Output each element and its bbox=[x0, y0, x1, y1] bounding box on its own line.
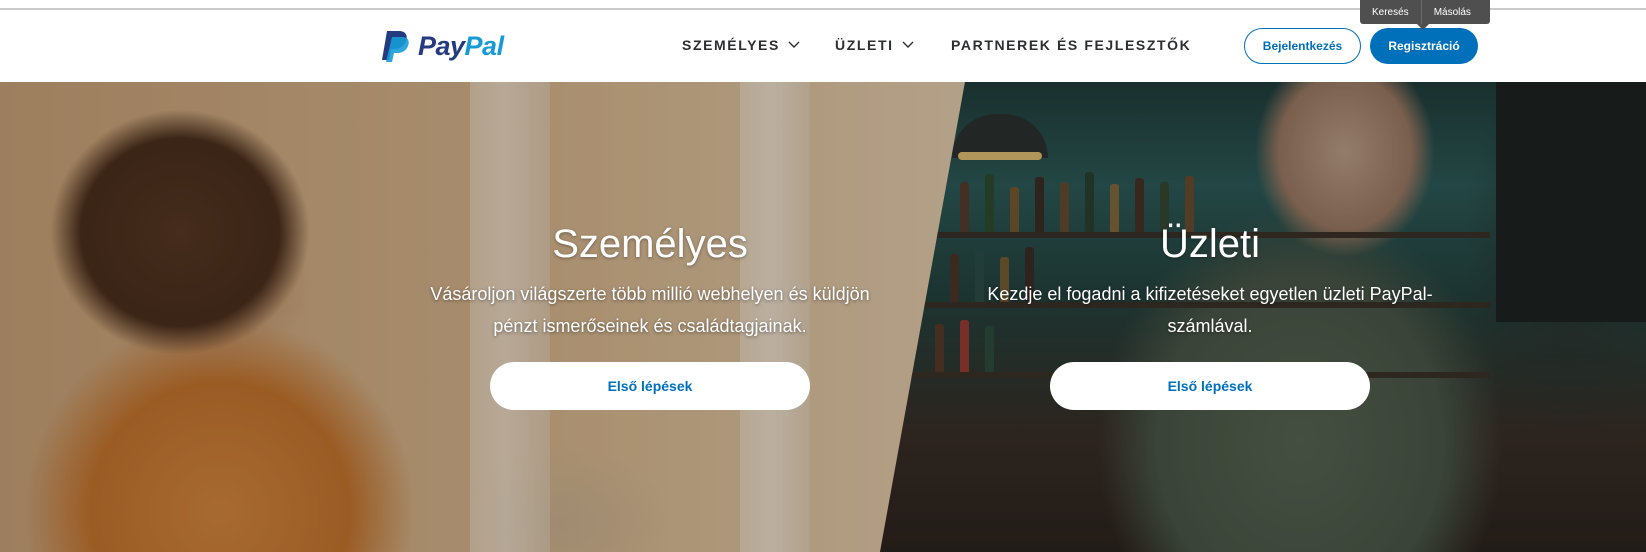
hero-business-subtitle-line1: Kezdje el fogadni a kifizetéseket egyetl… bbox=[987, 284, 1433, 304]
hero-business-title: Üzleti bbox=[1159, 222, 1261, 266]
nav-item-business-label: ÜZLETI bbox=[835, 37, 894, 53]
browser-selection-tooltip: Keresés Másolás bbox=[1360, 0, 1490, 24]
chevron-down-icon bbox=[902, 41, 914, 48]
decor-lamp-glow bbox=[958, 152, 1042, 160]
brand-name-pal: Pal bbox=[464, 30, 505, 61]
hero-business-subtitle-line2: számlával. bbox=[1167, 316, 1253, 336]
tooltip-copy-button[interactable]: Másolás bbox=[1422, 7, 1483, 18]
decor-bottle bbox=[935, 324, 944, 372]
hero-personal-subtitle-line2: pénzt ismerőseinek és családtagjainak. bbox=[493, 316, 807, 336]
nav-item-business[interactable]: ÜZLETI bbox=[835, 37, 914, 53]
personal-get-started-button[interactable]: Első lépések bbox=[490, 362, 810, 410]
paypal-logo[interactable]: PayPal bbox=[380, 28, 504, 64]
brand-wordmark: PayPal bbox=[418, 31, 504, 62]
nav-item-partners[interactable]: PARTNEREK ÉS FEJLESZTŐK bbox=[951, 37, 1191, 53]
nav-item-personal-label: SZEMÉLYES bbox=[682, 37, 780, 53]
hero-personal-subtitle-line1: Vásároljon világszerte több millió webhe… bbox=[430, 284, 870, 304]
chevron-down-icon bbox=[788, 41, 800, 48]
brand-name-pay: Pay bbox=[418, 30, 465, 61]
tooltip-pointer bbox=[1417, 24, 1429, 30]
decor-chalkboard bbox=[1496, 82, 1646, 322]
hero-business-subtitle: Kezdje el fogadni a kifizetéseket egyetl… bbox=[950, 278, 1470, 342]
hero-personal-subtitle: Vásároljon világszerte több millió webhe… bbox=[390, 278, 910, 342]
nav-item-partners-label: PARTNEREK ÉS FEJLESZTŐK bbox=[951, 37, 1192, 53]
paypal-logo-icon bbox=[382, 31, 409, 62]
business-get-started-button[interactable]: Első lépések bbox=[1050, 362, 1370, 410]
tooltip-search-button[interactable]: Keresés bbox=[1360, 7, 1421, 18]
hero-section: Személyes Vásároljon világszerte több mi… bbox=[0, 82, 1646, 552]
hero-personal-title: Személyes bbox=[552, 222, 748, 266]
decor-lamp bbox=[952, 114, 1048, 158]
nav-item-personal[interactable]: SZEMÉLYES bbox=[682, 37, 800, 53]
register-button[interactable]: Regisztráció bbox=[1370, 28, 1478, 64]
login-button[interactable]: Bejelentkezés bbox=[1244, 28, 1361, 64]
